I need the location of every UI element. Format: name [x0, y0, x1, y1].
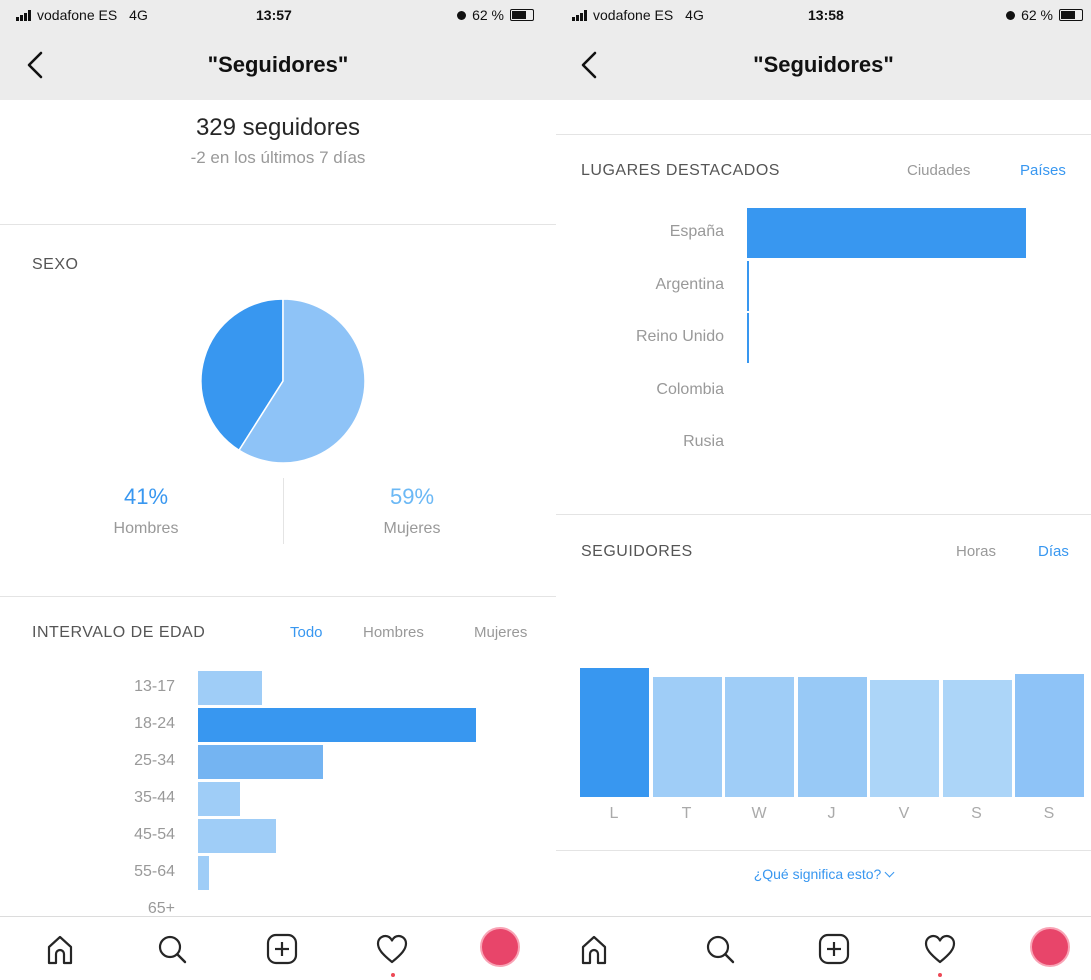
followers-filter-days[interactable]: Días [1038, 543, 1069, 560]
places-filter-countries[interactable]: Países [1020, 162, 1066, 179]
age-bar [198, 671, 262, 705]
notification-dot [391, 973, 395, 977]
signal-icon [572, 9, 587, 21]
age-range-label: 35-44 [134, 789, 175, 806]
age-range-label: 18-24 [134, 715, 175, 732]
what-does-this-mean-link[interactable]: ¿Qué significa esto? [556, 866, 1091, 882]
day-label: S [971, 805, 982, 822]
help-link-label: ¿Qué significa esto? [753, 866, 882, 882]
age-bar [198, 782, 240, 816]
day-bar [870, 679, 939, 797]
search-icon[interactable] [154, 931, 190, 967]
age-range-label: 45-54 [134, 826, 175, 843]
carrier-name: vodafone ES [593, 7, 674, 23]
men-label: Hombres [113, 520, 179, 537]
divider [556, 514, 1091, 515]
nav-bar: "Seguidores" [556, 30, 1091, 100]
age-filter-women[interactable]: Mujeres [474, 624, 527, 641]
page-title: "Seguidores" [207, 52, 349, 77]
chevron-down-icon [884, 867, 895, 878]
status-bar: vodafone ES 4G 13:58 62 % [556, 0, 1091, 30]
alarm-icon [457, 10, 467, 20]
alarm-icon [1006, 10, 1016, 20]
battery-percent: 62 % [472, 7, 504, 23]
divider [0, 596, 556, 597]
followers-delta: -2 en los últimos 7 días [190, 148, 366, 167]
day-label: S [1043, 805, 1055, 822]
gender-pie-chart [200, 298, 366, 464]
country-bar [747, 313, 749, 363]
activity-heart-icon[interactable] [922, 931, 958, 967]
day-bar [580, 668, 649, 797]
add-post-icon[interactable] [816, 931, 852, 967]
network-type: 4G [129, 7, 148, 23]
signal-icon [16, 9, 31, 21]
age-filter-men[interactable]: Hombres [363, 624, 424, 641]
country-bar [747, 208, 1026, 258]
day-label: W [751, 805, 767, 822]
gender-separator [283, 478, 284, 544]
women-percent: 59% [389, 484, 435, 509]
age-bar [198, 745, 324, 779]
followers-count: 329 seguidores [195, 114, 361, 141]
phone-screen-left: vodafone ES 4G 13:57 62 % "Seguidores" 3… [0, 0, 556, 980]
phone-screen-right: vodafone ES 4G 13:58 62 % "Seguidores" L… [556, 0, 1091, 980]
nav-bar: "Seguidores" [0, 30, 556, 100]
age-bar [198, 708, 476, 742]
age-range-label: 55-64 [134, 863, 175, 880]
battery-icon [510, 9, 534, 21]
women-label: Mujeres [383, 520, 441, 537]
age-bar [198, 819, 276, 853]
carrier-name: vodafone ES [37, 7, 118, 23]
search-icon[interactable] [702, 931, 738, 967]
age-range-label: 13-17 [134, 678, 175, 695]
battery-percent: 62 % [1021, 7, 1053, 23]
places-section-label: LUGARES DESTACADOS [581, 162, 780, 179]
profile-avatar[interactable] [1030, 927, 1070, 967]
notification-dot [938, 973, 942, 977]
country-label: Rusia [683, 433, 724, 450]
followers-filter-hours[interactable]: Horas [956, 543, 996, 560]
tab-bar [0, 916, 556, 980]
age-filter-all[interactable]: Todo [290, 624, 323, 641]
battery-icon [1059, 9, 1083, 21]
gender-section-label: SEXO [32, 256, 79, 273]
home-icon[interactable] [42, 931, 78, 967]
country-bar [747, 260, 749, 311]
country-label: Colombia [656, 380, 724, 398]
country-label: España [669, 223, 724, 240]
add-post-icon[interactable] [264, 931, 300, 967]
activity-heart-icon[interactable] [374, 931, 410, 967]
age-section-label: INTERVALO DE EDAD [32, 624, 206, 641]
day-bar [942, 679, 1012, 797]
age-bar [198, 856, 210, 890]
country-label: Reino Unido [635, 328, 724, 345]
men-percent: 41% [123, 484, 169, 509]
profile-avatar[interactable] [480, 927, 520, 967]
page-title: "Seguidores" [753, 52, 894, 77]
day-label: T [681, 805, 692, 822]
day-bar [797, 677, 867, 797]
home-icon[interactable] [576, 931, 612, 967]
divider [0, 224, 556, 225]
day-label: L [609, 805, 619, 822]
tab-bar [556, 916, 1091, 980]
network-type: 4G [685, 7, 704, 23]
country-label: Argentina [655, 275, 725, 293]
day-label: J [827, 805, 836, 822]
status-time: 13:58 [808, 7, 844, 23]
divider [556, 850, 1091, 851]
day-bar [1015, 674, 1084, 797]
divider [556, 134, 1091, 135]
places-filter-cities[interactable]: Ciudades [907, 162, 970, 179]
age-range-label: 25-34 [134, 752, 175, 769]
day-bar [652, 677, 722, 797]
status-bar: vodafone ES 4G 13:57 62 % [0, 0, 556, 30]
status-time: 13:57 [256, 7, 292, 23]
followers-section-label: SEGUIDORES [581, 543, 693, 560]
day-label: V [898, 805, 910, 822]
day-bar [725, 677, 794, 797]
